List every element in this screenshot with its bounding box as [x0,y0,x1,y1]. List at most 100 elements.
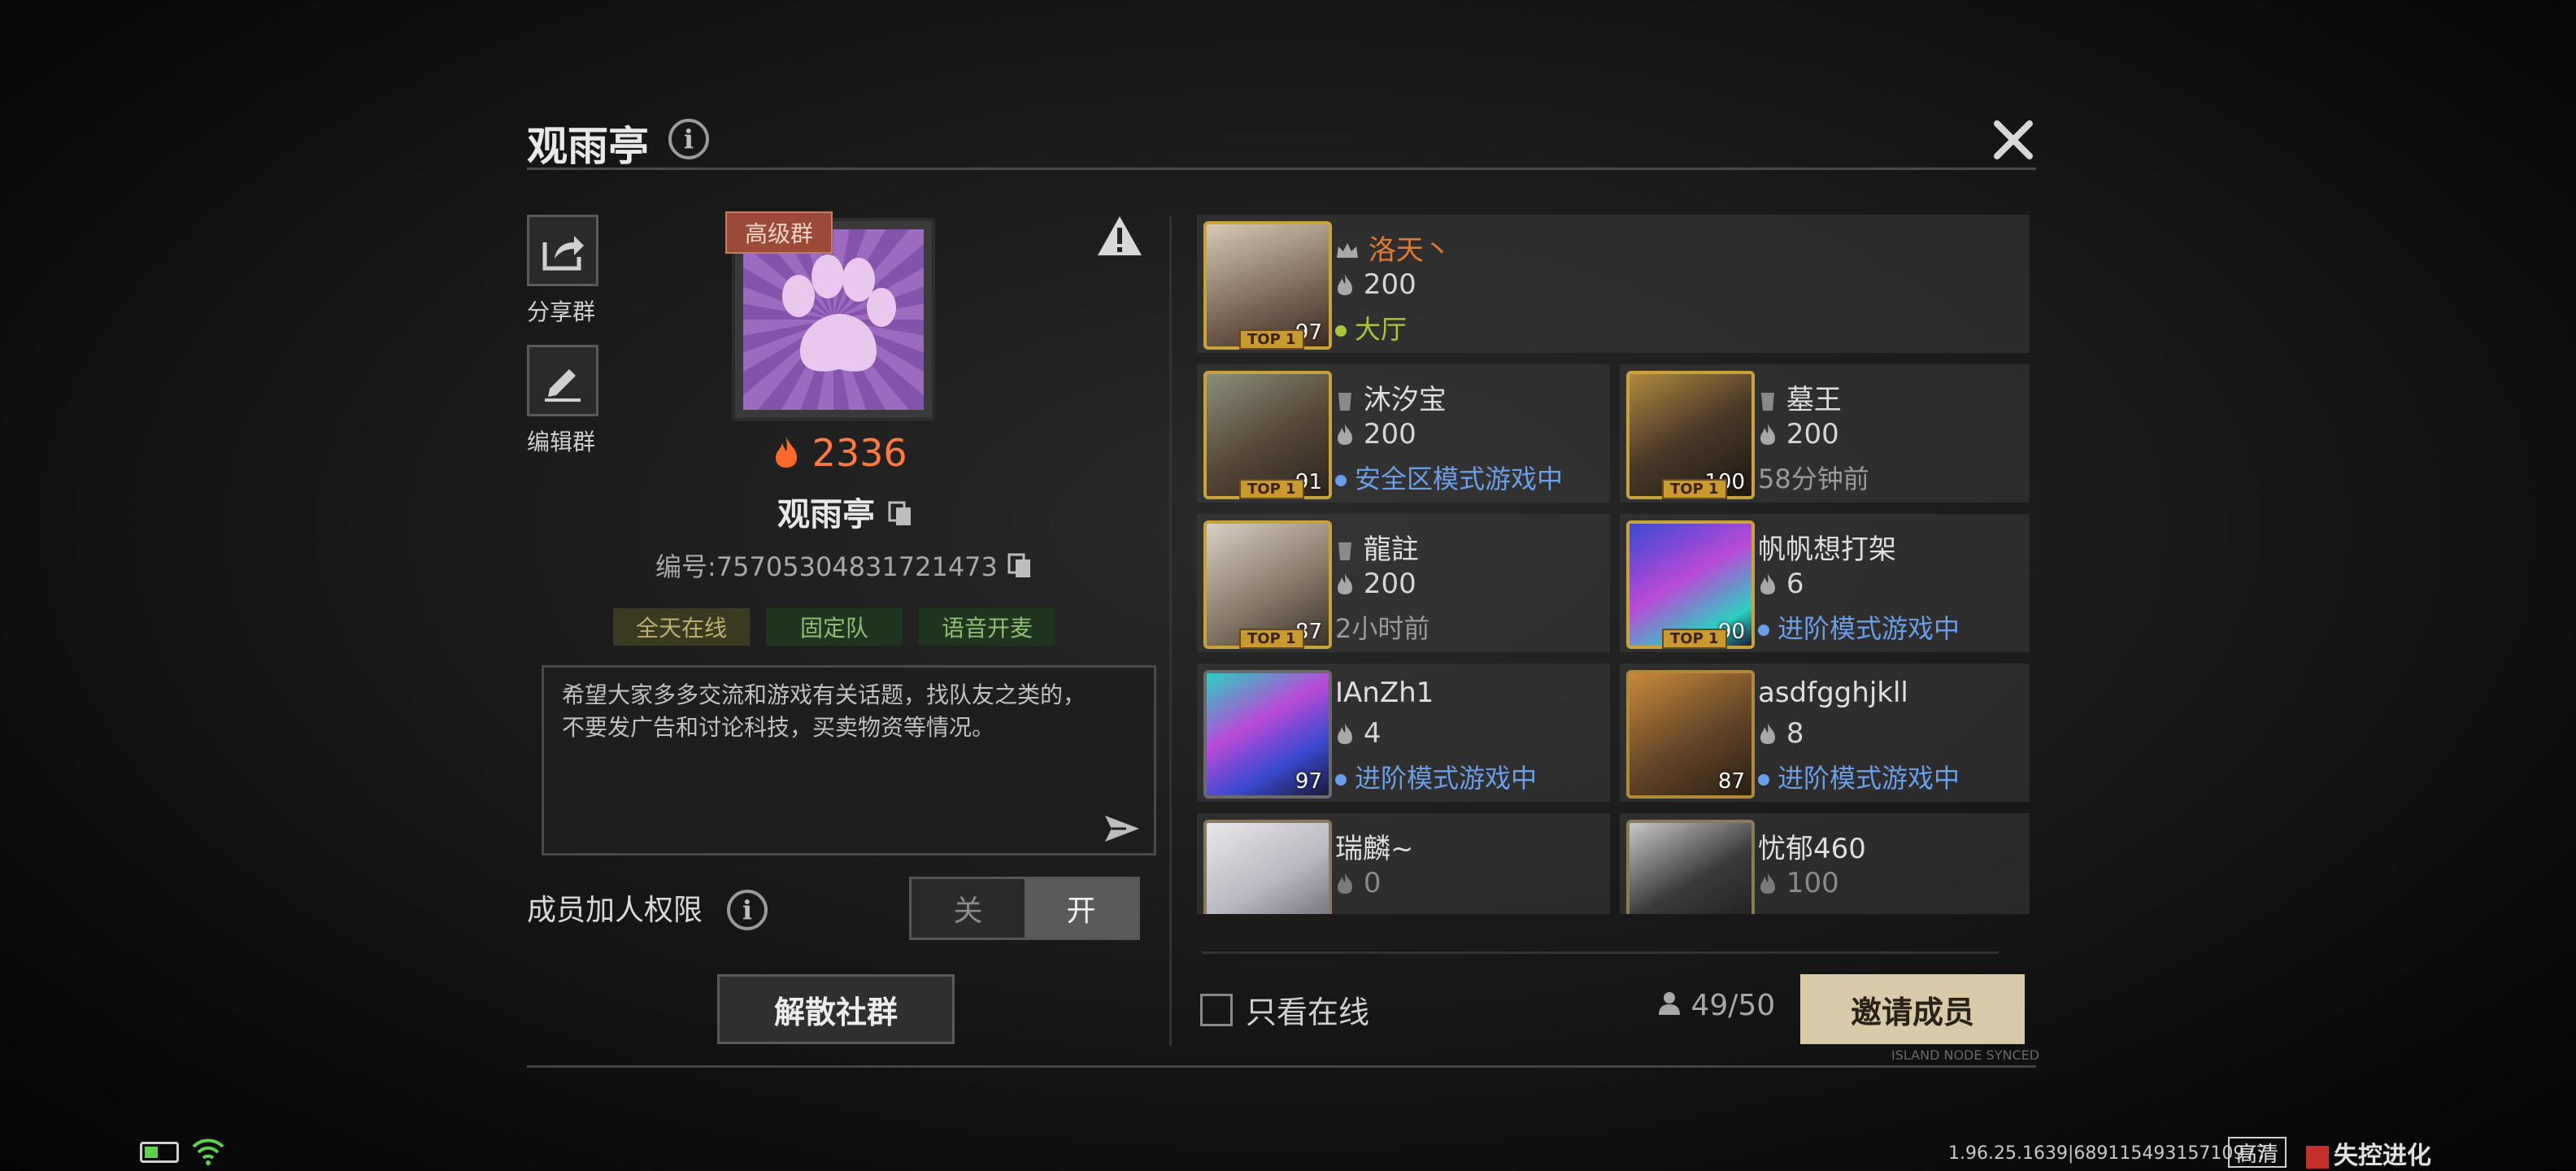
paw-icon [782,255,896,372]
permission-info-icon[interactable]: i [727,890,768,930]
group-id: 编号:75705304831721473 [655,546,1033,584]
top1-badge: TOP 1 [1662,629,1727,649]
flame-icon [776,437,797,468]
member-list-divider [1202,951,1999,954]
status-dot [1758,774,1769,786]
member-name: 墓王 [1758,377,1842,417]
member-avatar: 87 [1626,670,1755,799]
member-avatar: 90 TOP 1 [1626,520,1755,649]
warning-icon[interactable] [1096,215,1143,257]
info-icon[interactable]: i [668,119,709,159]
member-card[interactable]: 87 TOP 1 龍註 200 2小时前 [1197,514,1610,652]
member-name: 忧郁460 [1758,833,1866,865]
crown-icon [1337,243,1358,258]
member-card[interactable]: 87 asdfgghjkll 8 进阶模式游戏中 [1620,664,2030,802]
toggle-on[interactable]: 开 [1025,879,1138,938]
member-level: 87 [1717,769,1745,794]
member-name: 瑞麟~ [1335,833,1414,865]
flame-icon [1760,873,1775,894]
member-heat: 200 [1758,418,1839,451]
flame-icon [1760,723,1775,744]
member-invite-permission-label: 成员加人权限 [527,894,703,927]
copy-icon[interactable] [886,499,914,527]
permission-toggle[interactable]: 关 开 [909,877,1140,940]
status-dot [1335,774,1347,786]
flame-icon [1338,723,1352,744]
group-heat-value: 2336 [812,431,907,475]
version-text: 1.96.25.1639|68911549315710977 [1948,1143,2268,1164]
admin-badge-icon [1761,393,1774,411]
admin-badge-icon [1338,393,1351,411]
member-status: 进阶模式游戏中 [1758,758,1960,795]
member-avatar: 87 TOP 1 [1203,520,1332,649]
flame-icon [1338,573,1352,594]
battery-icon [140,1142,179,1163]
person-icon [1659,992,1680,1015]
member-count: 49/50 [1657,989,1775,1022]
group-id-text: 编号:75705304831721473 [655,551,998,582]
edit-group-button[interactable] [527,345,598,416]
pencil-icon [545,369,581,402]
flame-icon [1338,274,1352,295]
member-avatar: 97 TOP 1 [1203,221,1332,350]
member-name: IAnZh1 [1335,677,1434,709]
senior-group-badge: 高级群 [725,211,833,254]
status-dot [1758,625,1769,636]
member-card[interactable]: 100 TOP 1 墓王 200 58分钟前 [1620,364,2030,503]
member-avatar: 97 [1203,670,1332,799]
disband-group-button[interactable]: 解散社群 [717,974,955,1044]
tag-fixed-team: 固定队 [766,608,903,646]
member-heat: 200 [1335,568,1416,600]
share-icon [542,236,584,271]
member-avatar: 91 TOP 1 [1203,371,1332,499]
toggle-off[interactable]: 关 [912,879,1025,938]
member-heat: 200 [1335,268,1416,301]
tag-all-day-online: 全天在线 [613,608,750,646]
member-status: 进阶模式游戏中 [1758,608,1960,646]
member-status: 2小时前 [1335,613,1430,644]
page-title: 观雨亭 [527,123,649,170]
group-heat: 2336 [772,431,907,475]
quality-button[interactable]: 高清 [2228,1137,2287,1168]
group-name: 观雨亭 [777,488,914,535]
member-heat: 0 [1335,867,1381,899]
send-icon[interactable] [1102,812,1142,845]
member-name: 沐汐宝 [1335,377,1447,417]
member-name: 龍註 [1335,527,1419,567]
status-dot [1335,475,1347,486]
member-name: 洛天丶 [1335,228,1451,268]
group-description-box[interactable]: 希望大家多多交流和游戏有关话题，找队友之类的， 不要发广告和讨论科技，买卖物资等… [542,665,1156,855]
member-card[interactable]: 97 TOP 1 洛天丶 200 大厅 [1197,215,2030,353]
top1-badge: TOP 1 [1662,479,1727,499]
member-name: asdfgghjkll [1758,677,1908,709]
logo-mark-icon [2306,1145,2329,1169]
member-card[interactable]: 97 IAnZh1 4 进阶模式游戏中 [1197,664,1610,802]
member-card[interactable]: 91 TOP 1 沐汐宝 200 安全区模式游戏中 [1197,364,1610,503]
member-avatar [1203,820,1332,914]
member-card[interactable]: 忧郁460 100 [1620,813,2030,914]
member-status: 大厅 [1335,309,1407,346]
member-status: 58分钟前 [1758,464,1869,494]
header-divider [527,168,2036,170]
invite-member-button[interactable]: 邀请成员 [1800,974,2025,1044]
member-card[interactable]: 瑞麟~ 0 [1197,813,1610,914]
wifi-icon [192,1138,224,1165]
only-online-label[interactable]: 只看在线 [1246,987,1369,1032]
copy-icon[interactable] [1006,551,1033,579]
member-heat: 200 [1335,418,1416,451]
member-avatar: 100 TOP 1 [1626,371,1755,499]
close-icon[interactable] [1989,115,2038,164]
game-logo: 失控进化 [2306,1135,2431,1171]
member-level: 97 [1295,769,1322,794]
share-group-button[interactable] [527,215,598,286]
member-heat: 8 [1758,717,1804,750]
group-description: 希望大家多多交流和游戏有关话题，找队友之类的， 不要发广告和讨论科技，买卖物资等… [562,681,1086,741]
bottom-divider [527,1065,2036,1068]
top1-badge: TOP 1 [1239,479,1304,499]
only-online-checkbox[interactable] [1200,994,1233,1026]
share-group-label: 分享群 [527,298,596,325]
group-name-text: 观雨亭 [777,496,875,533]
member-name: 帆帆想打架 [1758,533,1896,566]
member-card[interactable]: 90 TOP 1 帆帆想打架 6 进阶模式游戏中 [1620,514,2030,652]
member-heat: 6 [1758,568,1804,600]
